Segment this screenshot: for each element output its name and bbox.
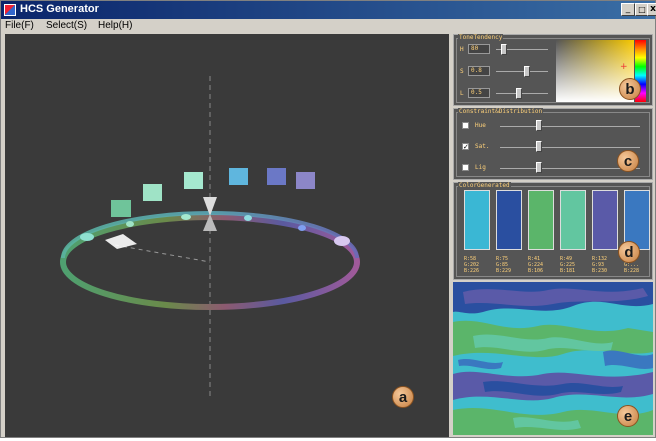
hue-slider[interactable] [500,44,507,55]
label-badge-d: d [618,241,640,263]
color-rgb-text: R:58 G:202 B:226 [464,256,480,274]
lig-distribution-slider[interactable] [536,162,543,173]
color-rgb-text: R:75 G:85 B:229 [496,256,512,274]
hue-constraint-label: Hue [475,122,486,129]
hue-field-label: H [460,46,464,53]
floating-swatch[interactable] [267,168,286,185]
color-swatch[interactable] [464,190,490,250]
ring-node[interactable] [126,221,134,227]
sat-distribution-slider[interactable] [536,141,543,152]
lig-checkbox[interactable] [462,164,469,171]
ring-node[interactable] [181,214,191,220]
sat-constraint-label: Sat. [475,143,490,150]
color-rgb-text: R:49 G:225 B:181 [560,256,576,274]
sat-checkbox[interactable]: ✓ [462,143,469,151]
lig-field-label: L [460,90,464,97]
window-title: HCS Generator [20,3,99,15]
title-bar[interactable]: HCS Generator _ □ x [1,1,656,19]
app-window: HCS Generator _ □ x File(F) Select(S) He… [0,0,656,438]
sat-slider[interactable] [524,66,531,77]
colors-panel-title: ColorGenerated [458,182,511,189]
floating-swatch[interactable] [296,172,315,189]
lig-field[interactable]: 0.5 [468,88,490,98]
radius-line [114,244,211,263]
tone-tendency-panel: ToneTendency H 80 S 0.8 L 0.5 + b [453,34,653,106]
hue-pointer[interactable] [105,234,137,249]
texture-preview[interactable]: e [453,282,653,435]
color-rgb-text: R:132 G:93 B:230 [592,256,608,274]
menu-bar: File(F) Select(S) Help(H) [1,19,655,33]
floating-swatch[interactable] [111,200,131,217]
floating-swatch[interactable] [143,184,162,201]
color-swatch[interactable] [560,190,586,250]
color-rgb-text: R:41 G:224 B:106 [528,256,544,274]
floating-swatch[interactable] [184,172,203,189]
app-icon [4,4,16,16]
close-button[interactable]: x [647,3,656,16]
menu-file[interactable]: File(F) [5,20,34,31]
hue-ring-scene[interactable] [5,34,449,437]
sat-field[interactable]: 0.8 [468,66,490,76]
menu-help[interactable]: Help(H) [98,20,132,31]
colors-generated-panel: ColorGenerated R:58 G:202 B:226 R:75 G:85… [453,182,653,280]
ring-node[interactable] [244,215,252,221]
color-swatch[interactable] [496,190,522,250]
hue-ring-viewport[interactable]: a [5,34,449,437]
picker-crosshair[interactable]: + [620,62,628,72]
tone-panel-title: ToneTendency [458,34,504,41]
color-swatch[interactable] [528,190,554,250]
sat-field-label: S [460,68,464,75]
ring-node[interactable] [334,236,350,246]
lig-constraint-label: Lig [475,164,486,171]
label-badge-a: a [392,386,414,408]
constraint-distribution-panel: Constraint&Distribution Hue ✓ Sat. Lig c [453,108,653,180]
label-badge-b: b [619,78,641,100]
lig-slider[interactable] [516,88,523,99]
hue-distribution-slider[interactable] [536,120,543,131]
floating-swatch[interactable] [229,168,248,185]
hue-field[interactable]: 80 [468,44,490,54]
label-badge-e: e [617,405,639,427]
minimize-button[interactable]: _ [621,3,635,16]
ring-node[interactable] [298,225,306,231]
control-sidebar: ToneTendency H 80 S 0.8 L 0.5 + b Constr… [451,34,655,437]
hue-checkbox[interactable] [462,122,469,129]
constraint-panel-title: Constraint&Distribution [458,108,544,115]
color-swatch[interactable] [592,190,618,250]
ring-node[interactable] [80,233,94,241]
menu-select[interactable]: Select(S) [46,20,87,31]
label-badge-c: c [617,150,639,172]
